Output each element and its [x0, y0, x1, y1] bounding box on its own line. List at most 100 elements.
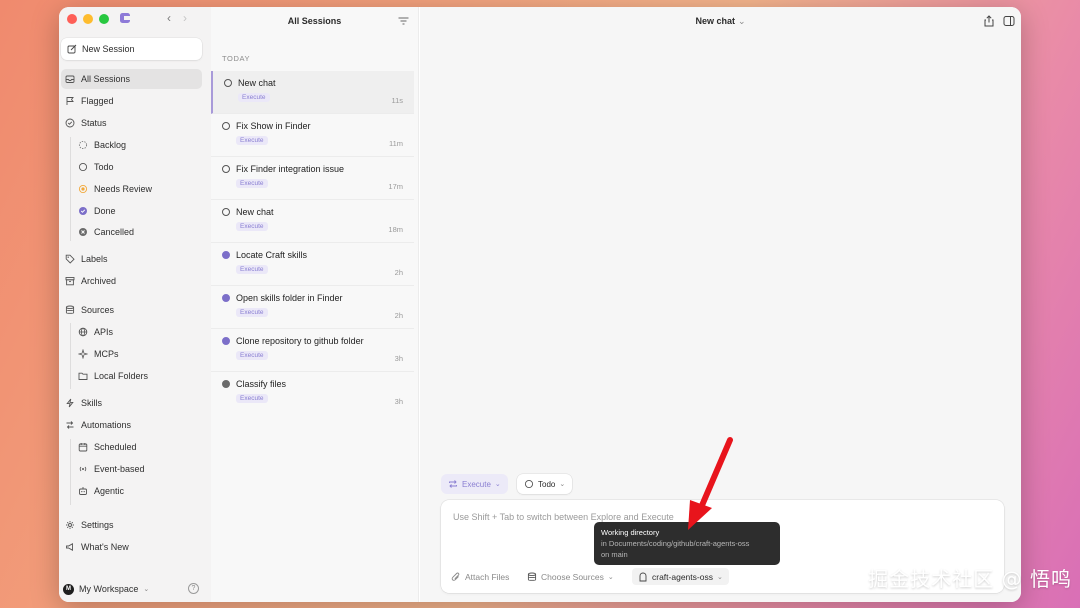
gear-icon	[66, 521, 74, 529]
archive-icon	[65, 277, 75, 286]
sidebar-item-skills[interactable]: Skills	[61, 393, 202, 413]
sidebar-item-labels[interactable]: Labels	[61, 249, 202, 269]
sidebar-toggle-icon[interactable]	[1003, 15, 1015, 27]
sidebar-item-done[interactable]: Done	[61, 201, 202, 221]
session-item[interactable]: New chat Execute 18m	[211, 200, 414, 243]
session-item[interactable]: New chat Execute 11s	[211, 71, 414, 114]
session-title: Fix Show in Finder	[236, 121, 311, 131]
sidebar-item-needs-review[interactable]: Needs Review	[61, 179, 202, 199]
close-window-button[interactable]	[67, 14, 77, 24]
session-time: 11m	[388, 139, 403, 148]
sidebar-item-archived[interactable]: Archived	[61, 271, 202, 291]
filter-icon[interactable]	[398, 17, 409, 25]
done-status-icon[interactable]	[222, 294, 230, 302]
sidebar-item-settings[interactable]: Settings	[61, 515, 202, 535]
chevron-down-icon: ⌄	[143, 586, 150, 593]
working-directory-tooltip: Working directory in Documents/coding/gi…	[594, 522, 780, 565]
circle-icon	[78, 162, 88, 172]
todo-status-icon[interactable]	[222, 208, 230, 216]
status-selector[interactable]: Todo ⌄	[517, 474, 573, 494]
todo-status-icon[interactable]	[222, 165, 230, 173]
choose-sources-button[interactable]: Choose Sources ⌄	[527, 570, 614, 584]
chevron-down-icon: ⌄	[737, 16, 746, 26]
todo-status-icon[interactable]	[222, 122, 230, 130]
app-window: ‹ › New Session All Sessions Flagged Sta…	[59, 7, 1021, 602]
sidebar-item-flagged[interactable]: Flagged	[61, 91, 202, 111]
sidebar-item-label: Local Folders	[94, 371, 149, 381]
sidebar-item-label: Status	[81, 118, 107, 128]
mode-selector[interactable]: Execute ⌄	[441, 474, 508, 494]
mode-badge: Execute	[236, 179, 268, 188]
session-time: 18m	[388, 225, 403, 234]
session-item[interactable]: Classify files Execute 3h	[211, 372, 414, 415]
sidebar-item-status[interactable]: Status	[61, 113, 202, 133]
help-icon[interactable]: ?	[188, 583, 199, 594]
sidebar-item-local-folders[interactable]: Local Folders	[61, 366, 202, 386]
inbox-icon	[65, 75, 75, 83]
zoom-window-button[interactable]	[99, 14, 109, 24]
forward-arrow-icon[interactable]: ›	[183, 11, 187, 25]
check-circle-icon	[65, 118, 75, 128]
chat-title: New chat	[695, 16, 735, 26]
mode-badge: Execute	[236, 351, 268, 360]
session-time: 17m	[388, 182, 403, 191]
choose-sources-label: Choose Sources	[541, 572, 604, 582]
sidebar-item-all-sessions[interactable]: All Sessions	[61, 69, 202, 89]
workspace-switcher[interactable]: M My Workspace ⌄ ?	[63, 580, 203, 598]
todo-status-icon[interactable]	[224, 79, 232, 87]
sidebar-item-label: Automations	[81, 420, 132, 430]
done-status-icon[interactable]	[222, 337, 230, 345]
sidebar-item-label: All Sessions	[81, 74, 131, 84]
dashed-circle-icon	[78, 140, 88, 150]
session-title: Locate Craft skills	[236, 250, 308, 260]
sidebar-item-label: Agentic	[94, 486, 125, 496]
attach-files-button[interactable]: Attach Files	[451, 570, 509, 584]
cancelled-status-icon[interactable]	[222, 380, 230, 388]
sidebar-item-scheduled[interactable]: Scheduled	[61, 437, 202, 457]
sidebar-item-backlog[interactable]: Backlog	[61, 135, 202, 155]
mode-badge: Execute	[236, 222, 268, 231]
status-label: Todo	[538, 479, 556, 489]
sidebar-item-event-based[interactable]: Event-based	[61, 459, 202, 479]
chat-title-menu[interactable]: New chat ⌄	[420, 16, 1021, 27]
sidebar-item-agentic[interactable]: Agentic	[61, 481, 202, 501]
session-item[interactable]: Fix Finder integration issue Execute 17m	[211, 157, 414, 200]
session-item[interactable]: Clone repository to github folder Execut…	[211, 329, 414, 372]
workspace-avatar: M	[63, 583, 74, 595]
database-icon	[65, 305, 75, 314]
session-title: New chat	[238, 78, 276, 88]
sidebar-item-whats-new[interactable]: What's New	[61, 537, 202, 557]
session-title: Open skills folder in Finder	[236, 293, 343, 303]
message-input[interactable]	[453, 512, 753, 522]
session-item[interactable]: Open skills folder in Finder Execute 2h	[211, 286, 414, 329]
session-time: 11s	[391, 96, 403, 105]
sidebar-item-label: What's New	[81, 542, 129, 552]
calendar-icon	[78, 443, 88, 452]
sidebar-item-cancelled[interactable]: Cancelled	[61, 222, 202, 242]
sidebar-item-todo[interactable]: Todo	[61, 157, 202, 177]
sessions-title: All Sessions	[287, 16, 342, 26]
paperclip-icon	[451, 572, 460, 581]
new-session-button[interactable]: New Session	[61, 38, 202, 60]
session-time: 3h	[394, 354, 403, 363]
sidebar-item-label: APIs	[94, 327, 114, 337]
sidebar-item-mcps[interactable]: MCPs	[61, 344, 202, 364]
chevron-down-icon: ⌄	[607, 574, 614, 581]
back-arrow-icon[interactable]: ‹	[167, 11, 171, 25]
session-item[interactable]: Locate Craft skills Execute 2h	[211, 243, 414, 286]
session-item[interactable]: Fix Show in Finder Execute 11m	[211, 114, 414, 157]
sidebar-item-automations[interactable]: Automations	[61, 415, 202, 435]
sidebar-item-apis[interactable]: APIs	[61, 322, 202, 342]
history-navigation: ‹ ›	[167, 11, 187, 25]
sidebar-item-label: Settings	[81, 520, 114, 530]
sidebar-item-label: Backlog	[94, 140, 127, 150]
done-status-icon[interactable]	[222, 251, 230, 259]
new-session-label: New Session	[82, 44, 135, 54]
share-icon[interactable]	[983, 15, 995, 27]
tooltip-title: Working directory	[601, 528, 660, 537]
minimize-window-button[interactable]	[83, 14, 93, 24]
sidebar-item-label: Event-based	[94, 464, 145, 474]
sidebar-item-label: Needs Review	[94, 184, 153, 194]
sidebar-item-sources[interactable]: Sources	[61, 300, 202, 320]
working-directory-button[interactable]: craft-agents-oss ⌄	[632, 568, 729, 585]
